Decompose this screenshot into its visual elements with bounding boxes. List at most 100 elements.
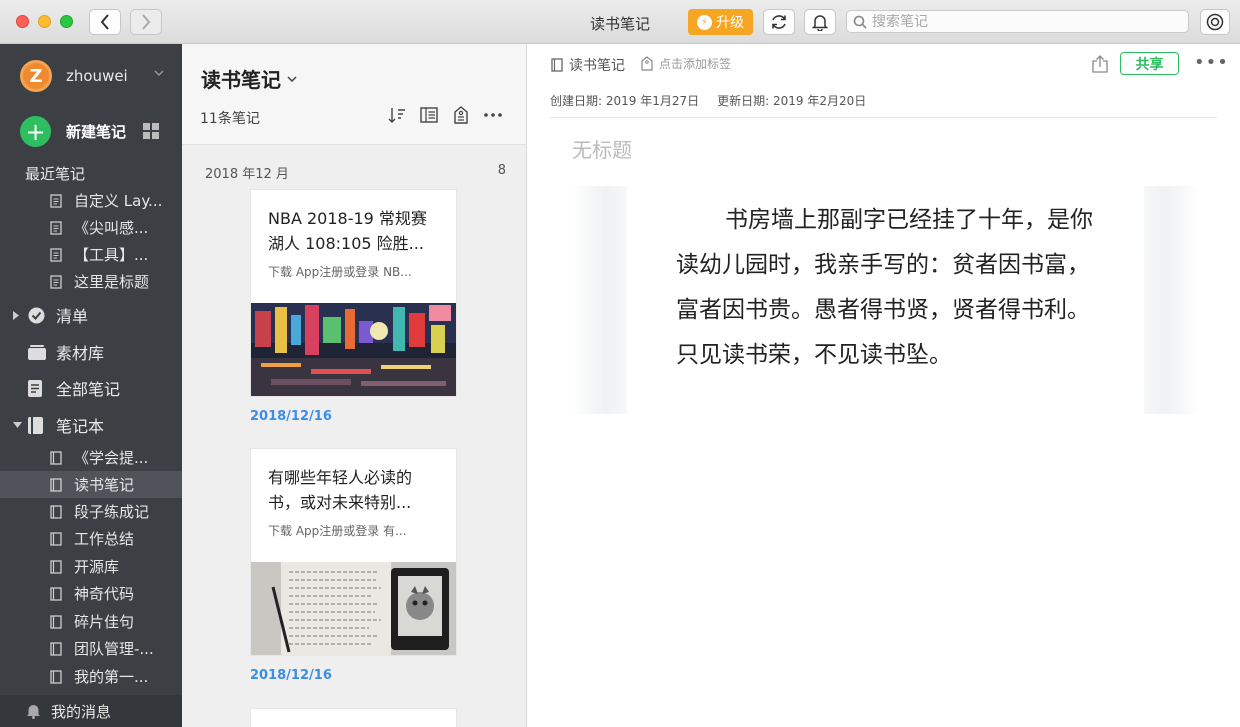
month-count: 8 bbox=[497, 163, 506, 178]
note-card-date: 2018/12/16 bbox=[250, 668, 332, 683]
notebook-icon bbox=[50, 614, 62, 629]
messages-button[interactable]: 我的消息 bbox=[0, 695, 182, 727]
sort-button[interactable] bbox=[387, 104, 407, 126]
minimize-window-button[interactable] bbox=[38, 15, 51, 28]
chevron-down-icon bbox=[154, 70, 164, 76]
recent-note-item[interactable]: 《尖叫感... bbox=[0, 214, 182, 241]
sync-button[interactable] bbox=[763, 9, 795, 35]
notes-icon bbox=[28, 379, 42, 397]
messages-label: 我的消息 bbox=[51, 702, 112, 721]
sidebar-item-notebooks[interactable]: 笔记本 bbox=[0, 410, 182, 440]
decorative-fade bbox=[1144, 186, 1199, 414]
recent-notes-header[interactable]: 最近笔记 bbox=[25, 163, 85, 184]
recent-note-item[interactable]: 这里是标题 bbox=[0, 268, 182, 295]
note-notebook-selector[interactable]: 读书笔记 bbox=[551, 55, 625, 75]
tag-icon bbox=[454, 106, 468, 124]
note-card-date: 2018/12/16 bbox=[250, 409, 332, 424]
sidebar-item-label: 全部笔记 bbox=[56, 380, 121, 399]
search-box[interactable] bbox=[846, 10, 1189, 33]
sidebar-item-label: 清单 bbox=[56, 307, 89, 326]
notebook-icon bbox=[50, 450, 62, 465]
recent-note-item[interactable]: 自定义 Lay... bbox=[0, 187, 182, 214]
plus-icon: + bbox=[20, 116, 51, 147]
new-note-label: 新建笔记 bbox=[66, 123, 127, 141]
recent-note-label: 这里是标题 bbox=[74, 273, 150, 291]
note-icon bbox=[50, 220, 62, 235]
notebook-item[interactable]: 开源库 bbox=[0, 553, 182, 580]
notebook-item[interactable]: 碎片佳句 bbox=[0, 608, 182, 635]
notebook-icon bbox=[50, 531, 62, 546]
sidebar-item-label: 笔记本 bbox=[56, 417, 105, 436]
sidebar-item-materials[interactable]: 素材库 bbox=[0, 337, 182, 367]
share-icon[interactable] bbox=[1092, 55, 1108, 73]
note-notebook-label: 读书笔记 bbox=[569, 58, 625, 74]
notebook-label: 神奇代码 bbox=[74, 585, 135, 603]
more-icon[interactable]: ••• bbox=[1194, 52, 1229, 73]
disclosure-right-icon[interactable] bbox=[13, 310, 19, 320]
notebook-label: 我的第一... bbox=[74, 668, 149, 686]
view-icon bbox=[420, 107, 438, 123]
notebook-icon bbox=[50, 669, 62, 684]
notebook-item[interactable]: 工作总结 bbox=[0, 525, 182, 552]
note-title-input[interactable]: 无标题 bbox=[572, 134, 632, 163]
account-button[interactable] bbox=[1200, 9, 1230, 35]
notebook-item[interactable]: 团队管理-... bbox=[0, 635, 182, 662]
note-card[interactable]: NBA 2018-19 常规赛湖人 108:105 险胜... 下载 App注册… bbox=[250, 189, 457, 397]
notebook-item[interactable]: 《学会提... bbox=[0, 444, 182, 471]
note-body-text: 书房墙上那副字已经挂了十年，是你读幼儿园时，我亲手写的：贫者因书富，富者因书贵。… bbox=[676, 207, 1093, 368]
chevron-down-icon bbox=[287, 75, 297, 82]
add-tag-button[interactable]: 点击添加标签 bbox=[641, 55, 731, 72]
notebook-label: 工作总结 bbox=[74, 530, 135, 548]
note-body[interactable]: 书房墙上那副字已经挂了十年，是你读幼儿园时，我亲手写的：贫者因书富，富者因书贵。… bbox=[572, 186, 1199, 414]
notebook-icon bbox=[28, 416, 43, 434]
created-date: 创建日期: 2019 年1月27日 bbox=[550, 94, 700, 108]
notebook-icon bbox=[551, 58, 563, 72]
bell-icon bbox=[27, 705, 40, 719]
notebook-label: 开源库 bbox=[74, 558, 120, 576]
upgrade-label: 升级 bbox=[716, 15, 744, 31]
forward-icon bbox=[142, 14, 151, 30]
note-list: 读书笔记 11条笔记 2018 年12 月 8 NBA 2018-19 常规赛湖… bbox=[182, 44, 527, 727]
recent-note-item[interactable]: 【工具】... bbox=[0, 241, 182, 268]
divider bbox=[550, 117, 1217, 118]
notebook-label: 团队管理-... bbox=[74, 640, 154, 658]
notebook-label: 段子练成记 bbox=[74, 503, 150, 521]
notebook-item[interactable]: 神奇代码 bbox=[0, 580, 182, 607]
search-input[interactable] bbox=[872, 13, 1172, 30]
grid-icon[interactable] bbox=[143, 123, 159, 139]
zoom-window-button[interactable] bbox=[60, 15, 73, 28]
window-title: 读书笔记 bbox=[589, 15, 650, 33]
share-button[interactable]: 共享 bbox=[1120, 52, 1179, 75]
close-window-button[interactable] bbox=[16, 15, 29, 28]
notebook-item-active[interactable]: 读书笔记 bbox=[0, 471, 182, 498]
more-icon bbox=[484, 113, 502, 117]
sidebar-item-checklist[interactable]: 清单 bbox=[0, 300, 182, 330]
notifications-button[interactable] bbox=[804, 9, 836, 35]
forward-button[interactable] bbox=[130, 9, 162, 35]
note-card[interactable] bbox=[250, 708, 457, 727]
avatar: Z bbox=[20, 60, 52, 92]
upgrade-button[interactable]: ⚡ 升级 bbox=[688, 9, 753, 35]
notebook-item[interactable]: 我的第一... bbox=[0, 663, 182, 690]
recent-note-label: 【工具】... bbox=[74, 246, 149, 264]
back-icon bbox=[100, 14, 109, 30]
user-menu[interactable]: Z zhouwei bbox=[20, 60, 170, 92]
sidebar-item-all-notes[interactable]: 全部笔记 bbox=[0, 373, 182, 403]
note-icon bbox=[50, 247, 62, 262]
back-button[interactable] bbox=[89, 9, 121, 35]
kindle-notes-thumbnail bbox=[251, 562, 456, 655]
notebook-icon bbox=[50, 477, 62, 492]
note-card-title: NBA 2018-19 常规赛湖人 108:105 险胜... bbox=[268, 209, 427, 253]
notebook-item[interactable]: 段子练成记 bbox=[0, 498, 182, 525]
view-button[interactable] bbox=[419, 104, 439, 126]
notebook-tag-button[interactable] bbox=[451, 104, 471, 126]
note-card[interactable]: 有哪些年轻人必读的书，或对未来特别... 下载 App注册或登录 有... bbox=[250, 448, 457, 656]
notebook-icon bbox=[50, 641, 62, 656]
sync-icon bbox=[772, 15, 786, 29]
title-bar: 读书笔记 ⚡ 升级 bbox=[0, 0, 1240, 44]
notebook-title-dropdown[interactable]: 读书笔记 bbox=[201, 64, 297, 93]
city-night-thumbnail bbox=[251, 303, 456, 396]
disclosure-down-icon[interactable] bbox=[13, 422, 22, 428]
more-button[interactable] bbox=[483, 104, 503, 126]
notebook-label: 《学会提... bbox=[74, 449, 149, 467]
